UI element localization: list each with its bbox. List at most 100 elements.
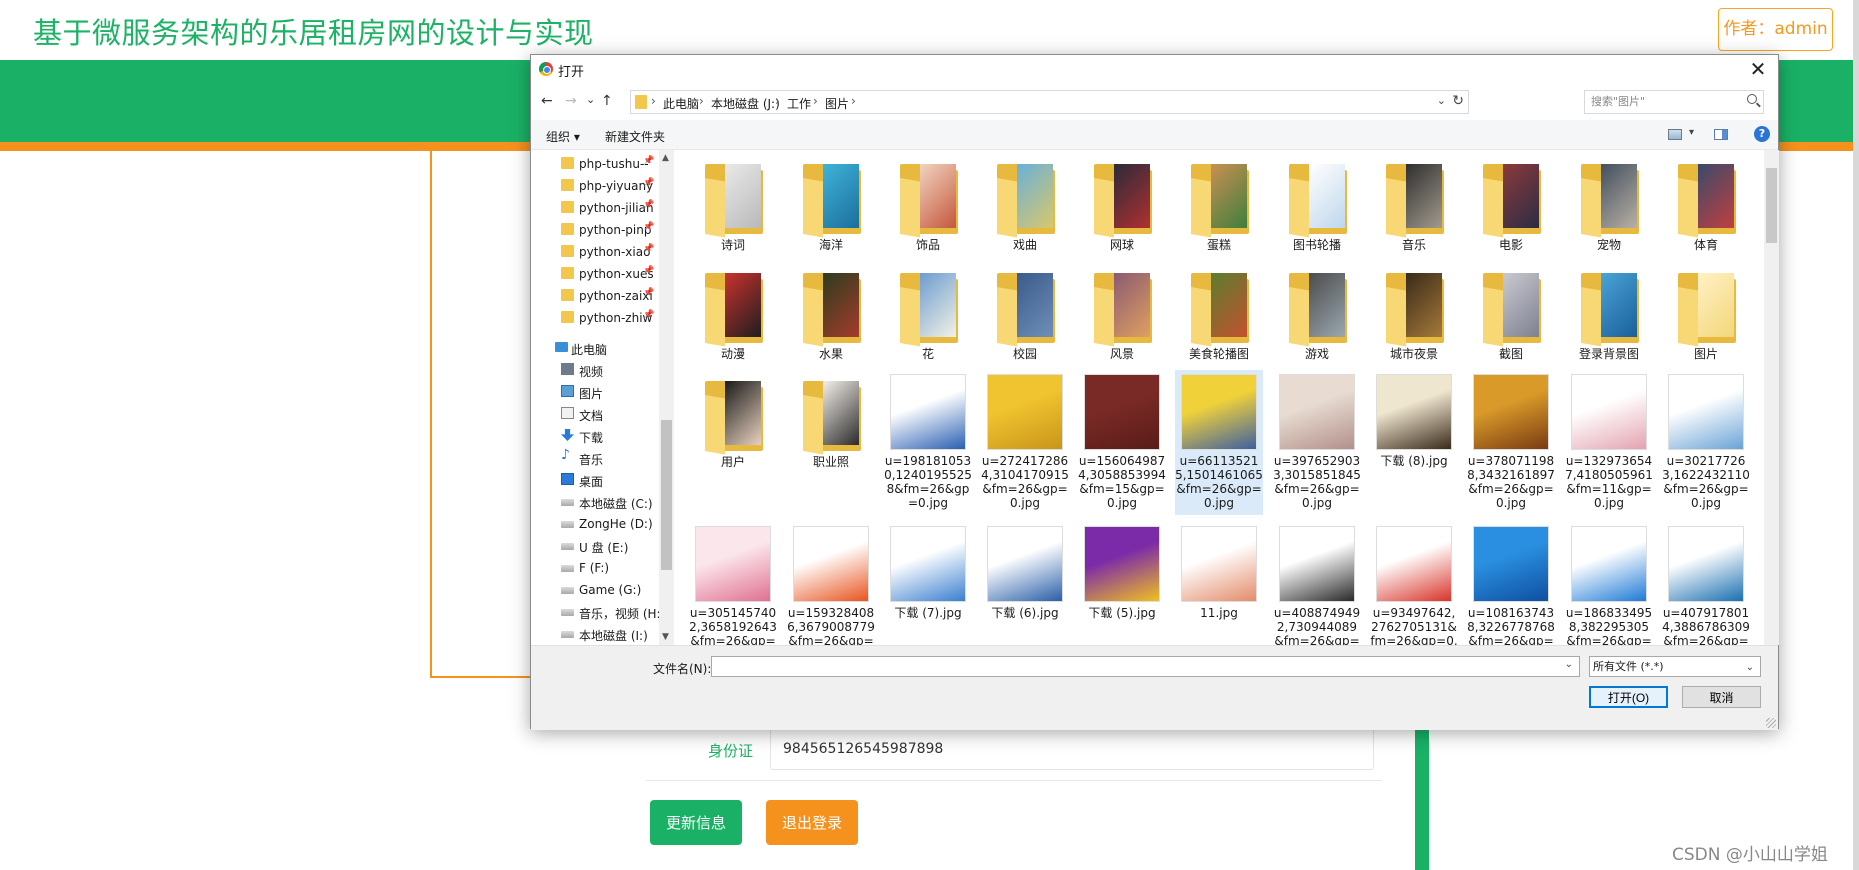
preview-pane-icon[interactable] — [1714, 129, 1728, 140]
image-file-item[interactable]: u=1329736547,4180505961&fm=11&gp=0.jpg — [1565, 370, 1653, 515]
nav-item[interactable]: 音乐，视频 (H:) — [531, 601, 661, 623]
address-bar[interactable]: › 此电脑 › 本地磁盘 (J:) › 工作 › 图片 › ⌄ ↻ — [630, 90, 1469, 114]
filetype-select[interactable]: 所有文件 (*.*) ⌄ — [1589, 656, 1761, 677]
chevron-up-icon[interactable]: ▲ — [662, 153, 669, 163]
nav-item[interactable]: 图片 — [531, 381, 661, 403]
image-file-item[interactable]: u=4079178014,3886786309&fm=26&gp=0.jpg — [1662, 522, 1750, 645]
folder-item[interactable]: 宠物 — [1565, 158, 1653, 258]
chevron-down-icon[interactable]: ▼ — [662, 632, 669, 642]
nav-item[interactable]: 视频 — [531, 359, 661, 381]
close-icon[interactable]: ✕ — [1746, 57, 1770, 81]
folder-item[interactable]: 蛋糕 — [1175, 158, 1263, 258]
chevron-down-icon[interactable]: ▾ — [1689, 127, 1694, 138]
forward-arrow-icon[interactable]: → — [565, 93, 577, 109]
folder-item[interactable]: 海洋 — [787, 158, 875, 258]
folder-item[interactable]: 水果 — [787, 267, 875, 367]
nav-item[interactable]: 本地磁盘 (I:) — [531, 623, 661, 645]
nav-item[interactable]: php-tushu-- 📌 — [531, 153, 661, 175]
nav-item[interactable]: python-xiao 📌 — [531, 241, 661, 263]
folder-item[interactable]: 美食轮播图 — [1175, 267, 1263, 367]
image-file-item[interactable]: u=2724172864,3104170915&fm=26&gp=0.jpg — [981, 370, 1069, 515]
folder-item[interactable]: 饰品 — [884, 158, 972, 258]
back-arrow-icon[interactable]: ← — [541, 93, 553, 109]
help-icon[interactable]: ? — [1754, 126, 1770, 142]
folder-item[interactable]: 登录背景图 — [1565, 267, 1653, 367]
folder-item[interactable]: 图片 — [1662, 267, 1750, 367]
filename-input[interactable]: ⌄ — [711, 656, 1580, 677]
image-file-item[interactable]: 下载 (5).jpg — [1078, 522, 1166, 645]
nav-item[interactable]: 此电脑 — [531, 337, 661, 359]
image-file-item[interactable]: 11.jpg — [1175, 522, 1263, 645]
nav-item[interactable]: F (F:) — [531, 557, 661, 579]
nav-item[interactable]: python-xues 📌 — [531, 263, 661, 285]
organize-menu[interactable]: 组织 ▾ — [546, 128, 580, 145]
folder-item[interactable]: 职业照 — [787, 375, 875, 475]
nav-item[interactable]: Game (G:) — [531, 579, 661, 601]
breadcrumb-drive-j[interactable]: 本地磁盘 (J:) — [711, 95, 780, 112]
nav-item[interactable]: ♪ 音乐 — [531, 447, 661, 469]
folder-item[interactable]: 花 — [884, 267, 972, 367]
nav-item[interactable]: 文档 — [531, 403, 661, 425]
chevron-down-icon[interactable]: ⌄ — [1437, 94, 1446, 107]
view-mode-icon[interactable] — [1668, 129, 1682, 140]
folder-item[interactable]: 戏曲 — [981, 158, 1069, 258]
image-file-item[interactable]: u=3051457402,3658192643&fm=26&gp=0.jpg — [689, 522, 777, 645]
file-list-scroll-thumb[interactable] — [1766, 168, 1777, 243]
cancel-button[interactable]: 取消 — [1682, 686, 1761, 708]
folder-item[interactable]: 截图 — [1467, 267, 1555, 367]
file-list-scrollbar[interactable] — [1764, 150, 1779, 645]
nav-item[interactable]: python-zhiw 📌 — [531, 307, 661, 329]
image-file-item[interactable]: u=1081637438,3226778768&fm=26&gp=0.jpg — [1467, 522, 1555, 645]
search-icon[interactable] — [1747, 94, 1757, 104]
image-file-item[interactable]: u=661135215,1501461065&fm=26&gp=0.jpg — [1175, 370, 1263, 515]
image-file-item[interactable]: u=93497642,2762705131&fm=26&gp=0.jpg — [1370, 522, 1458, 645]
search-input[interactable]: 搜索"图片" — [1584, 90, 1764, 114]
folder-item[interactable]: 网球 — [1078, 158, 1166, 258]
image-file-item[interactable]: 下载 (7).jpg — [884, 522, 972, 645]
folder-item[interactable]: 图书轮播 — [1273, 158, 1361, 258]
breadcrumb-pictures[interactable]: 图片 — [825, 95, 849, 112]
chevron-down-icon[interactable]: ⌄ — [1746, 658, 1754, 677]
image-file-item[interactable]: 下载 (8).jpg — [1370, 370, 1458, 515]
refresh-icon[interactable]: ↻ — [1452, 93, 1464, 109]
image-file-item[interactable]: u=4088749492,730944089&fm=26&gp=0.jpg — [1273, 522, 1361, 645]
chevron-down-icon[interactable]: ⌄ — [1565, 659, 1573, 670]
image-file-item[interactable]: u=1560649874,3058853994&fm=15&gp=0.jpg — [1078, 370, 1166, 515]
resize-grip-icon[interactable] — [1766, 718, 1776, 728]
folder-item[interactable]: 诗词 — [689, 158, 777, 258]
folder-item[interactable]: 用户 — [689, 375, 777, 475]
nav-item[interactable]: 桌面 — [531, 469, 661, 491]
nav-scroll-thumb[interactable] — [661, 420, 672, 570]
breadcrumb-work[interactable]: 工作 — [787, 95, 811, 112]
dialog-titlebar[interactable]: 打开 ✕ — [531, 55, 1778, 84]
image-file-item[interactable]: 下载 (6).jpg — [981, 522, 1069, 645]
nav-item[interactable]: U 盘 (E:) — [531, 535, 661, 557]
logout-button[interactable]: 退出登录 — [766, 800, 858, 845]
breadcrumb-this-pc[interactable]: 此电脑 — [663, 95, 699, 112]
nav-item[interactable]: python-jilian 📌 — [531, 197, 661, 219]
folder-item[interactable]: 电影 — [1467, 158, 1555, 258]
nav-item[interactable]: ZongHe (D:) — [531, 513, 661, 535]
nav-item[interactable]: 本地磁盘 (C:) — [531, 491, 661, 513]
folder-item[interactable]: 音乐 — [1370, 158, 1458, 258]
image-file-item[interactable]: u=1593284086,3679008779&fm=26&gp=0.jpg — [787, 522, 875, 645]
folder-item[interactable]: 游戏 — [1273, 267, 1361, 367]
image-file-item[interactable]: u=1868334958,382295305&fm=26&gp=0.jpg — [1565, 522, 1653, 645]
nav-item[interactable]: php-yiyuany 📌 — [531, 175, 661, 197]
folder-item[interactable]: 风景 — [1078, 267, 1166, 367]
image-file-item[interactable]: u=302177263,1622432110&fm=26&gp=0.jpg — [1662, 370, 1750, 515]
image-file-item[interactable]: u=3976529033,3015851845&fm=26&gp=0.jpg — [1273, 370, 1361, 515]
folder-item[interactable]: 体育 — [1662, 158, 1750, 258]
update-info-button[interactable]: 更新信息 — [650, 800, 742, 845]
image-file-item[interactable]: u=1981810530,12401955258&fm=26&gp=0.jpg — [884, 370, 972, 515]
new-folder-button[interactable]: 新建文件夹 — [605, 128, 665, 145]
image-file-item[interactable]: u=3780711988,3432161897&fm=26&gp=0.jpg — [1467, 370, 1555, 515]
nav-item[interactable]: python-pinp 📌 — [531, 219, 661, 241]
up-arrow-icon[interactable]: ↑ — [601, 93, 613, 109]
open-button[interactable]: 打开(O) — [1589, 686, 1668, 708]
recent-locations-icon[interactable]: ⌄ — [586, 93, 595, 106]
nav-item[interactable]: python-zaixi 📌 — [531, 285, 661, 307]
nav-scrollbar[interactable]: ▲ ▼ — [659, 150, 674, 645]
author-badge[interactable]: 作者：admin — [1718, 8, 1833, 51]
nav-item[interactable]: 下载 — [531, 425, 661, 447]
